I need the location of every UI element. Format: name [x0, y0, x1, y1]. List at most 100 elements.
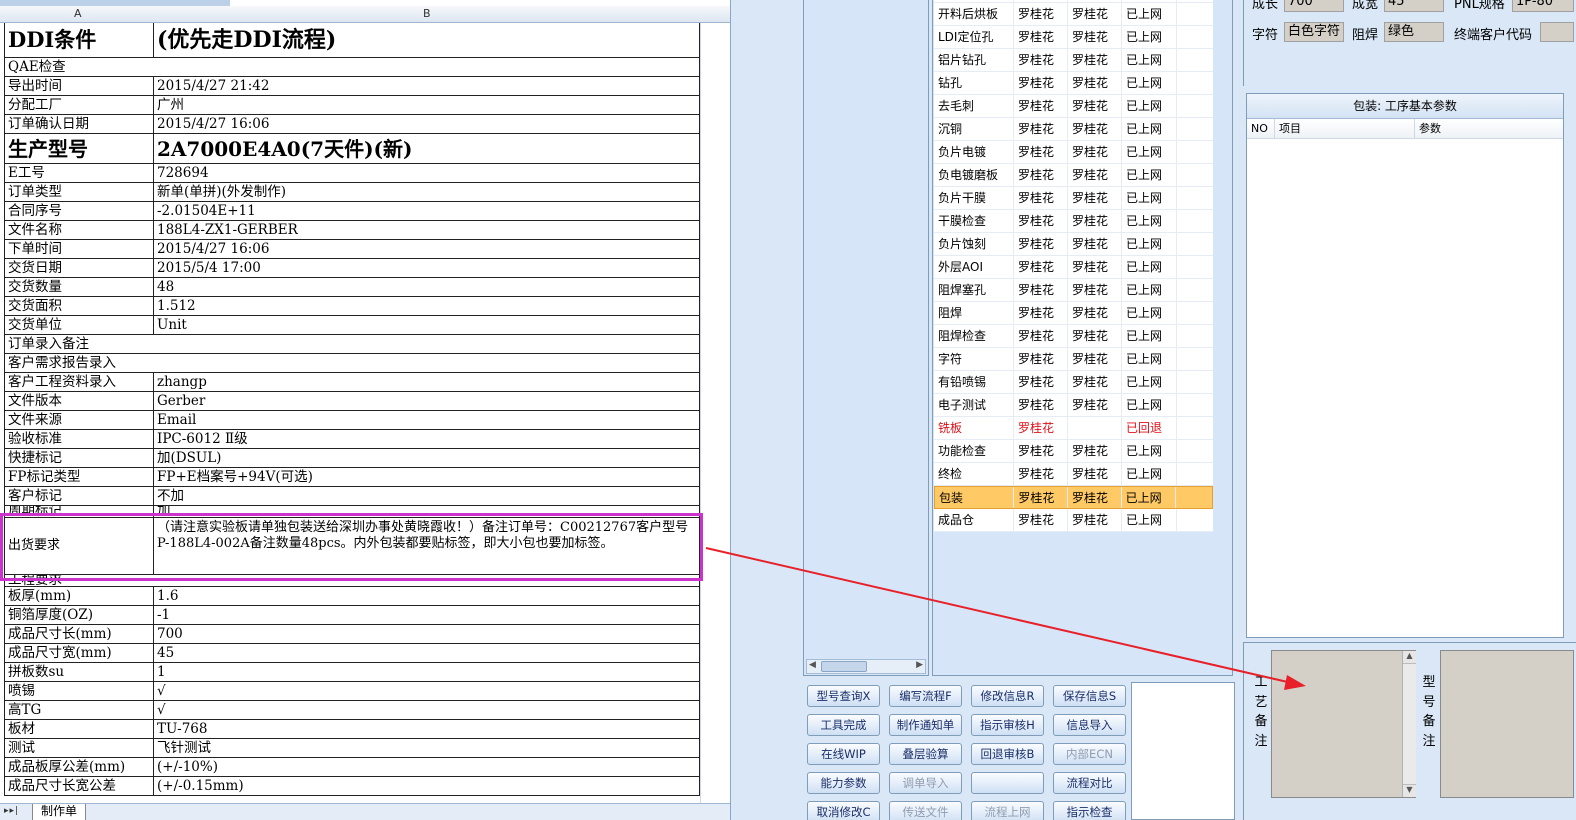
process-row[interactable]: 阻焊 罗桂花 罗桂花 已上网	[934, 302, 1213, 325]
action-button[interactable]: 调单导入	[889, 772, 962, 794]
cell-b[interactable]: FP+E档案号+94V(可选)	[154, 468, 699, 486]
cell-a[interactable]: 交货数量	[5, 278, 154, 296]
cell-a[interactable]: 订单类型	[5, 183, 154, 201]
action-button[interactable]	[971, 772, 1044, 794]
process-row[interactable]: 干膜检查 罗桂花 罗桂花 已上网	[934, 210, 1213, 233]
sheet-row[interactable]: 板厚(mm) 1.6	[4, 587, 700, 606]
process-row[interactable]: 终检 罗桂花 罗桂花 已上网	[934, 463, 1213, 486]
cell-b[interactable]: 45	[154, 644, 699, 662]
sheet-row[interactable]: 客户标记 不加	[4, 487, 700, 506]
action-button[interactable]: 流程对比	[1053, 772, 1126, 794]
cell-a[interactable]: 交货日期	[5, 259, 154, 277]
process-row[interactable]: LDI定位孔 罗桂花 罗桂花 已上网	[934, 26, 1213, 49]
process-row[interactable]: 成品仓 罗桂花 罗桂花 已上网	[934, 509, 1213, 532]
cell-b[interactable]: Unit	[154, 316, 699, 334]
cell-a[interactable]: 快捷标记	[5, 449, 154, 467]
action-button[interactable]: 制作通知单	[889, 714, 962, 736]
scroll-right-icon[interactable]: ▶	[916, 660, 923, 670]
cell-b[interactable]: （请注意实验板请单独包装送给深圳办事处黄晓霞收！）备注订单号：C00212767…	[154, 518, 699, 574]
cell-b[interactable]: IPC-6012 Ⅱ级	[154, 430, 699, 448]
sheet-row[interactable]: 喷锡 √	[4, 682, 700, 701]
model-remark-box[interactable]	[1440, 650, 1574, 798]
sheet-row[interactable]: 客户工程资料录入 zhangp	[4, 373, 700, 392]
action-button[interactable]: 回退审核B	[971, 743, 1044, 765]
cell-b[interactable]: (+/-0.15mm)	[154, 777, 699, 795]
sheet-row[interactable]: 生产型号 2A7000E4A0(7天件)(新)	[4, 134, 700, 164]
cell-a[interactable]: 文件名称	[5, 221, 154, 239]
action-button[interactable]: 叠层验算	[889, 743, 962, 765]
cell-a[interactable]: 客户工程资料录入	[5, 373, 154, 391]
sheet-row[interactable]: 周期标记加	[4, 506, 700, 518]
cell-b[interactable]: (+/-10%)	[154, 758, 699, 776]
sheet-row[interactable]: 工程要求	[4, 575, 700, 587]
cell-a[interactable]: 板材	[5, 720, 154, 738]
cell-a[interactable]: 板厚(mm)	[5, 587, 154, 605]
cell-b[interactable]: Email	[154, 411, 699, 429]
cell-a[interactable]: 喷锡	[5, 682, 154, 700]
process-row[interactable]: 铣板 罗桂花 已回退	[934, 417, 1213, 440]
sheet-row[interactable]: 板材 TU-768	[4, 720, 700, 739]
sheet-row[interactable]: 交货日期 2015/5/4 17:00	[4, 259, 700, 278]
cell-b[interactable]: zhangp	[154, 373, 699, 391]
sheet-row[interactable]: 下单时间 2015/4/27 16:06	[4, 240, 700, 259]
cell-a[interactable]: FP标记类型	[5, 468, 154, 486]
cell-a[interactable]: 导出时间	[5, 77, 154, 95]
cell-a[interactable]: 生产型号	[5, 134, 154, 163]
action-button[interactable]: 工具完成	[807, 714, 880, 736]
sheet-row[interactable]: 成品尺寸宽(mm) 45	[4, 644, 700, 663]
cell-a[interactable]: 合同序号	[5, 202, 154, 220]
sheet-row[interactable]: 合同序号 -2.01504E+11	[4, 202, 700, 221]
cell-a[interactable]: 高TG	[5, 701, 154, 719]
cell-b[interactable]: 2015/4/27 16:06	[154, 115, 699, 133]
cell-a[interactable]: 铜箔厚度(OZ)	[5, 606, 154, 624]
cell-a[interactable]: 文件版本	[5, 392, 154, 410]
sheet-row[interactable]: 成品尺寸长(mm) 700	[4, 625, 700, 644]
sheet-nav-arrows-icon[interactable]: ▸▸|	[4, 806, 19, 816]
sheet-tab[interactable]: 制作单	[32, 804, 87, 820]
cell-a[interactable]: 客户需求报告录入	[5, 354, 699, 372]
cell-b[interactable]: √	[154, 682, 699, 700]
pnl-field[interactable]: 1P-80	[1512, 0, 1574, 12]
cell-a[interactable]: 成品尺寸宽(mm)	[5, 644, 154, 662]
process-row[interactable]: 开料后烘板 罗桂花 罗桂花 已上网	[934, 3, 1213, 26]
sheet-row[interactable]: 测试 飞针测试	[4, 739, 700, 758]
sheet-row[interactable]: FP标记类型 FP+E档案号+94V(可选)	[4, 468, 700, 487]
col-param[interactable]: 参数	[1415, 119, 1563, 138]
cell-b[interactable]: 2A7000E4A0(7天件)(新)	[154, 134, 699, 163]
sheet-row[interactable]: 导出时间 2015/4/27 21:42	[4, 77, 700, 96]
cell-a[interactable]: 工程要求	[5, 575, 699, 586]
scroll-up-icon[interactable]: ▲	[1403, 651, 1416, 664]
mask-field[interactable]: 绿色	[1384, 22, 1444, 42]
cell-b[interactable]: 1.6	[154, 587, 699, 605]
length-field[interactable]: 700	[1284, 0, 1344, 12]
col-item[interactable]: 项目	[1275, 119, 1415, 138]
process-row[interactable]: 包装 罗桂花 罗桂花 已上网	[934, 486, 1213, 509]
sheet-row[interactable]: 文件来源 Email	[4, 411, 700, 430]
process-row[interactable]: 阻焊塞孔 罗桂花 罗桂花 已上网	[934, 279, 1213, 302]
sheet-row[interactable]: 文件版本 Gerber	[4, 392, 700, 411]
cell-b[interactable]: 加(DSUL)	[154, 449, 699, 467]
process-row[interactable]: 负电镀磨板 罗桂花 罗桂花 已上网	[934, 164, 1213, 187]
action-button[interactable]: 传送文件	[889, 801, 962, 820]
cell-a[interactable]: DDI条件	[5, 23, 154, 57]
action-button[interactable]: 指示检查	[1053, 801, 1126, 820]
cell-b[interactable]: 不加	[154, 487, 699, 505]
sheet-row[interactable]: 验收标准 IPC-6012 Ⅱ级	[4, 430, 700, 449]
cell-a[interactable]: 交货单位	[5, 316, 154, 334]
action-button[interactable]: 内部ECN	[1053, 743, 1126, 765]
process-row[interactable]: 去毛刺 罗桂花 罗桂花 已上网	[934, 95, 1213, 118]
cell-a[interactable]: 拼板数su	[5, 663, 154, 681]
sheet-row[interactable]: QAE检查	[4, 58, 700, 77]
cell-b[interactable]: √	[154, 701, 699, 719]
cell-a[interactable]: 文件来源	[5, 411, 154, 429]
action-button[interactable]: 指示审核H	[971, 714, 1044, 736]
cell-a[interactable]: E工号	[5, 164, 154, 182]
sheet-row[interactable]: 高TG √	[4, 701, 700, 720]
sheet-row[interactable]: 交货单位 Unit	[4, 316, 700, 335]
cell-b[interactable]: Gerber	[154, 392, 699, 410]
process-row[interactable]: 负片蚀刻 罗桂花 罗桂花 已上网	[934, 233, 1213, 256]
cell-b[interactable]: 新单(单拼)(外发制作)	[154, 183, 699, 201]
cell-a[interactable]: 测试	[5, 739, 154, 757]
empty-columns[interactable]	[700, 23, 730, 803]
process-row[interactable]: 铝片钻孔 罗桂花 罗桂花 已上网	[934, 49, 1213, 72]
